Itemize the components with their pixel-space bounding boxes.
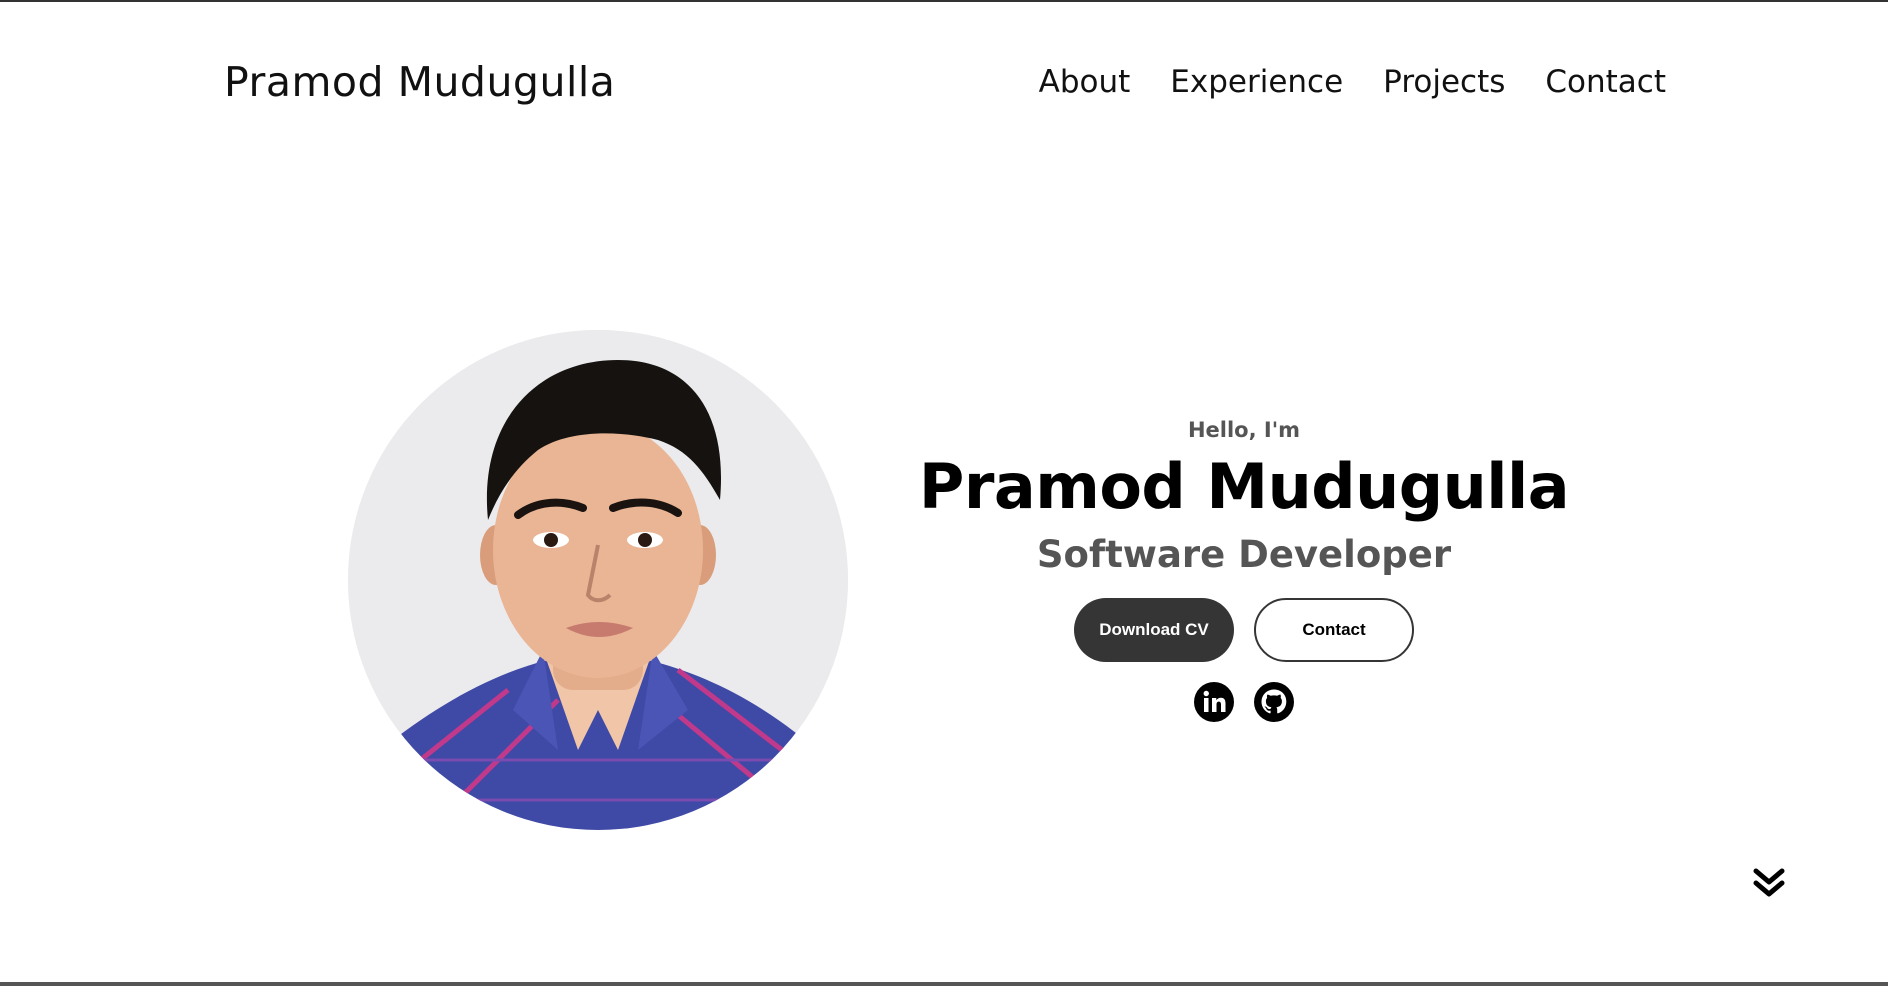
nav-item-contact: Contact [1545, 64, 1666, 100]
hero-role: Software Developer [1036, 533, 1452, 576]
download-cv-button[interactable]: Download CV [1074, 598, 1234, 662]
github-icon[interactable] [1254, 682, 1294, 722]
profile-photo [348, 330, 848, 830]
chevron-double-down-icon[interactable] [1752, 866, 1786, 900]
hero-text: Hello, I'm Pramod Mudugulla Software Dev… [900, 418, 1588, 722]
window-bottom-border [0, 982, 1888, 986]
nav-links: About Experience Projects Contact [1039, 64, 1666, 100]
hero-buttons: Download CV Contact [900, 598, 1588, 662]
nav-link-projects[interactable]: Projects [1383, 64, 1505, 100]
nav-item-projects: Projects [1383, 64, 1505, 100]
nav-link-experience[interactable]: Experience [1170, 64, 1343, 100]
window-top-border [0, 0, 1888, 2]
social-links [900, 682, 1588, 722]
greeting-text: Hello, I'm [1187, 418, 1301, 442]
nav-link-contact[interactable]: Contact [1545, 64, 1666, 100]
nav-item-about: About [1039, 64, 1131, 100]
linkedin-icon[interactable] [1194, 682, 1234, 722]
site-logo[interactable]: Pramod Mudugulla [224, 58, 615, 106]
contact-button[interactable]: Contact [1254, 598, 1414, 662]
nav-link-about[interactable]: About [1039, 64, 1131, 100]
nav-item-experience: Experience [1170, 64, 1343, 100]
profile-photo-illustration [348, 330, 848, 830]
hero-name: Pramod Mudugulla [918, 450, 1570, 523]
